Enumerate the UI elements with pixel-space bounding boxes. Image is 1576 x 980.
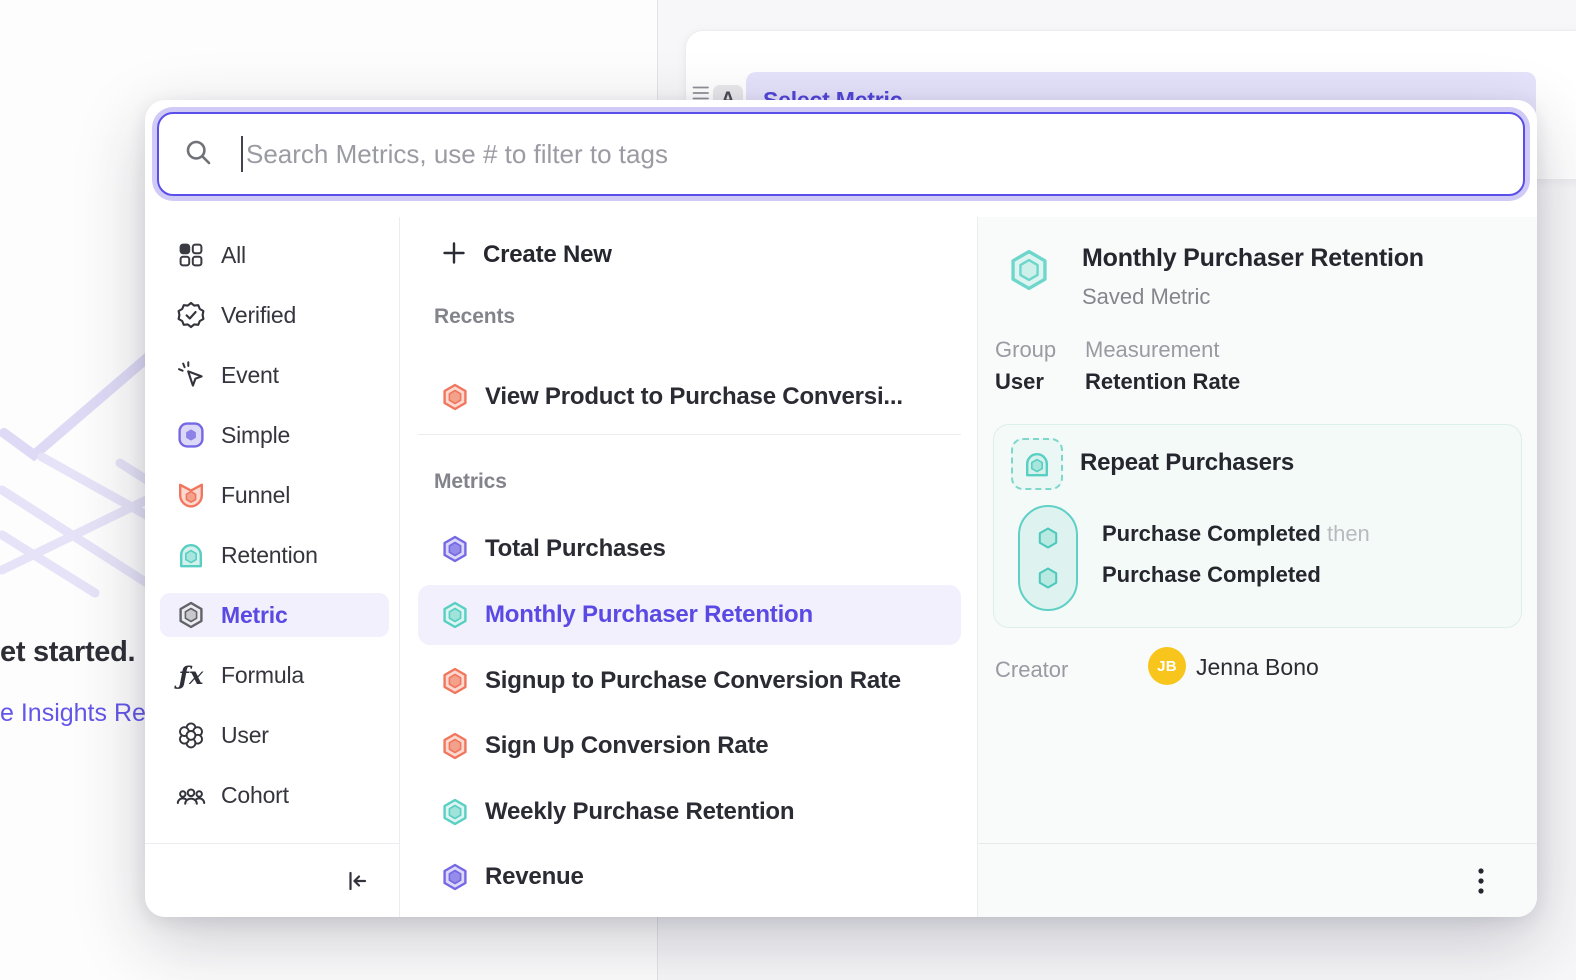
detail-title: Monthly Purchaser Retention xyxy=(1082,244,1424,273)
purple-metric-hexagon-icon xyxy=(440,534,470,564)
metric-item-label: Signup to Purchase Conversion Rate xyxy=(485,667,901,695)
metric-item-label: Weekly Purchase Retention xyxy=(485,798,794,826)
sidebar-footer xyxy=(145,843,399,917)
retention-arch-icon xyxy=(176,540,206,570)
metric-item-label: Total Purchases xyxy=(485,535,666,563)
formula-fx-icon: ƒx xyxy=(176,661,206,690)
sidebar-item-label: User xyxy=(221,722,269,749)
cursor-click-icon xyxy=(176,360,206,390)
sidebar-item-label: Metric xyxy=(221,602,288,629)
sidebar-item-metric[interactable]: Metric xyxy=(160,593,389,637)
sidebar-item-all[interactable]: All xyxy=(160,233,389,277)
teal-metric-hexagon-icon xyxy=(440,797,470,827)
sidebar-item-label: Cohort xyxy=(221,782,289,809)
sidebar-item-label: Simple xyxy=(221,422,290,449)
creator-label: Creator xyxy=(995,657,1068,683)
metric-item-revenue[interactable]: Revenue xyxy=(418,847,961,907)
cohort-people-icon xyxy=(176,780,206,810)
recent-item-label: View Product to Purchase Conversi... xyxy=(485,383,903,411)
filter-sidebar: All Verified Event xyxy=(145,217,400,917)
search-icon xyxy=(183,137,213,172)
metric-hexagon-icon xyxy=(176,600,206,630)
sidebar-item-cohort[interactable]: Cohort xyxy=(160,773,389,817)
metric-list-panel: Create New Recents View Product to Purch… xyxy=(400,217,978,917)
coral-metric-hexagon-icon xyxy=(440,731,470,761)
create-new-label: Create New xyxy=(483,241,612,269)
search-bar xyxy=(157,112,1525,196)
sidebar-item-label: Verified xyxy=(221,302,296,329)
collapse-sidebar-button[interactable] xyxy=(339,863,375,899)
recent-item[interactable]: View Product to Purchase Conversi... xyxy=(418,367,961,427)
event-hexagon-icon xyxy=(1035,565,1061,596)
metric-item-total-purchases[interactable]: Total Purchases xyxy=(418,519,961,579)
sidebar-item-user[interactable]: User xyxy=(160,713,389,757)
collapse-left-icon xyxy=(344,868,370,894)
coral-metric-hexagon-icon xyxy=(440,666,470,696)
teal-metric-hexagon-icon xyxy=(440,600,470,630)
group-value: User xyxy=(995,369,1044,395)
sidebar-item-simple[interactable]: Simple xyxy=(160,413,389,457)
recents-header: Recents xyxy=(434,305,515,329)
plus-icon xyxy=(440,239,468,272)
metric-detail-panel: Monthly Purchaser Retention Saved Metric… xyxy=(978,217,1537,917)
behavior-step-1: Purchase Completed then xyxy=(1102,521,1370,547)
detail-subtitle: Saved Metric xyxy=(1082,284,1210,310)
get-started-text: et started. xyxy=(0,636,135,669)
purple-metric-hexagon-icon xyxy=(440,862,470,892)
retention-behavior-icon xyxy=(1011,438,1063,490)
group-label: Group xyxy=(995,337,1056,363)
event-hexagon-icon xyxy=(1035,525,1061,556)
metric-item-weekly-purchase-retention[interactable]: Weekly Purchase Retention xyxy=(418,782,961,842)
creator-name: Jenna Bono xyxy=(1196,654,1319,681)
metric-selector-modal: All Verified Event xyxy=(145,100,1537,917)
teal-metric-hexagon-icon-large xyxy=(1006,247,1052,298)
behavior-name: Repeat Purchasers xyxy=(1080,449,1294,477)
simple-hexagon-icon xyxy=(176,420,206,450)
insights-report-link[interactable]: e Insights Re xyxy=(0,699,146,728)
sidebar-item-funnel[interactable]: Funnel xyxy=(160,473,389,517)
list-divider xyxy=(418,434,961,435)
sidebar-item-label: All xyxy=(221,242,246,269)
metric-item-label: Sign Up Conversion Rate xyxy=(485,732,768,760)
modal-columns: All Verified Event xyxy=(145,217,1537,917)
behavior-card: Repeat Purchasers Purchase Completed the… xyxy=(993,424,1522,628)
text-cursor xyxy=(241,136,243,172)
kebab-menu-icon xyxy=(1477,867,1485,895)
funnel-metric-hexagon-icon xyxy=(440,382,470,412)
behavior-step-2: Purchase Completed xyxy=(1102,562,1321,588)
metric-selector-screen: et started. e Insights Re A Select Metri… xyxy=(0,0,1576,980)
verified-badge-icon xyxy=(176,300,206,330)
metrics-header: Metrics xyxy=(434,470,507,494)
metric-item-label: Monthly Purchaser Retention xyxy=(485,601,813,629)
step-connector: then xyxy=(1327,521,1370,546)
sidebar-item-label: Retention xyxy=(221,542,318,569)
sidebar-item-verified[interactable]: Verified xyxy=(160,293,389,337)
user-cluster-icon xyxy=(176,720,206,750)
grid-icon xyxy=(176,240,206,270)
more-options-button[interactable] xyxy=(1463,863,1499,899)
sidebar-item-formula[interactable]: ƒx Formula xyxy=(160,653,389,697)
search-input[interactable] xyxy=(246,139,1523,170)
sidebar-item-label: Formula xyxy=(221,662,304,689)
event-sequence-capsule xyxy=(1018,505,1078,611)
sidebar-item-label: Event xyxy=(221,362,279,389)
sidebar-item-event[interactable]: Event xyxy=(160,353,389,397)
create-new-button[interactable]: Create New xyxy=(440,237,612,273)
measurement-value: Retention Rate xyxy=(1085,369,1240,395)
metric-item-sign-up-conversion[interactable]: Sign Up Conversion Rate xyxy=(418,716,961,776)
metric-item-label: Revenue xyxy=(485,863,584,891)
creator-avatar: JB xyxy=(1148,647,1186,685)
sidebar-item-label: Funnel xyxy=(221,482,290,509)
detail-footer xyxy=(978,843,1537,917)
metric-item-signup-to-purchase[interactable]: Signup to Purchase Conversion Rate xyxy=(418,651,961,711)
measurement-label: Measurement xyxy=(1085,337,1220,363)
metric-item-monthly-purchaser-retention[interactable]: Monthly Purchaser Retention xyxy=(418,585,961,645)
funnel-hexagon-icon xyxy=(176,480,206,510)
sidebar-item-retention[interactable]: Retention xyxy=(160,533,389,577)
